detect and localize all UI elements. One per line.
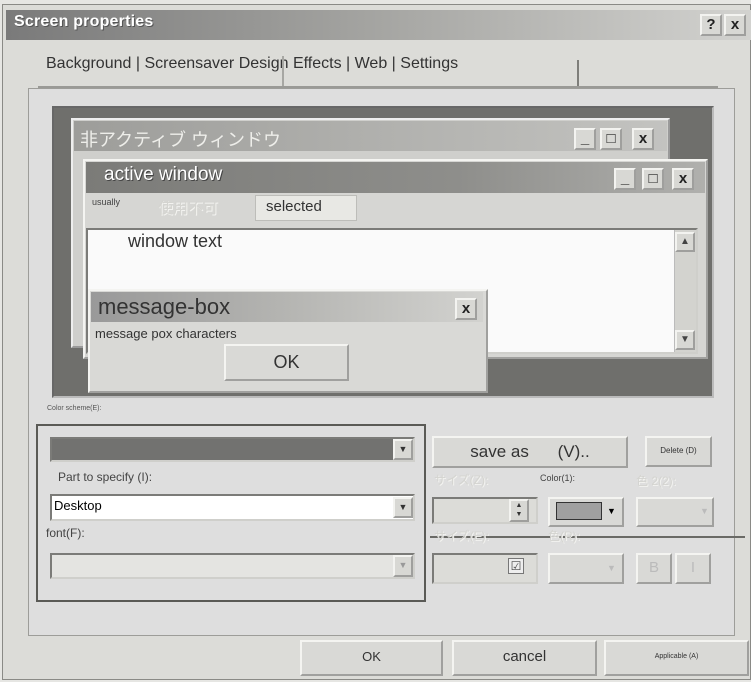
tab-strip[interactable]: Background | Screensaver Design Effects …: [46, 55, 458, 73]
size-label: サイズ(Z):: [434, 473, 489, 487]
save-as-label: save as: [470, 442, 529, 461]
cancel-button[interactable]: cancel: [452, 640, 597, 676]
color1-label: Color(1):: [540, 473, 576, 483]
chevron-down-icon: ▼: [607, 563, 616, 573]
chevron-down-icon: ▼: [700, 506, 709, 516]
font-label: font(F):: [46, 526, 85, 540]
preview-ok-button: OK: [224, 344, 349, 381]
active-window-title: active window: [104, 164, 223, 185]
message-box-text: message pox characters: [95, 326, 237, 341]
maximize-icon: □: [600, 128, 622, 150]
close-icon: x: [672, 168, 694, 190]
menu-item-usually: usually: [92, 197, 121, 207]
font-select[interactable]: [50, 553, 415, 579]
part-label: Part to specify (I):: [58, 470, 153, 484]
italic-button[interactable]: I: [675, 553, 711, 584]
color2-label: 色 2(2):: [636, 474, 677, 488]
color3-label: 色(R):: [548, 529, 580, 543]
window-text: window text: [128, 231, 223, 251]
menu-item-disabled: 使用不可: [158, 200, 219, 217]
save-as-shortcut: (V)..: [557, 442, 590, 461]
scroll-up-icon: ▲: [675, 232, 695, 252]
bold-button[interactable]: B: [636, 553, 672, 584]
ok-button[interactable]: OK: [300, 640, 443, 676]
apply-button[interactable]: Applicable (A): [604, 640, 749, 676]
close-icon: x: [455, 298, 477, 320]
save-as-button[interactable]: save as (V)..: [432, 436, 628, 468]
menu-item-selected: selected: [266, 198, 322, 215]
scroll-down-icon: ▼: [675, 330, 695, 350]
delete-button[interactable]: Delete (D): [645, 436, 712, 467]
inactive-window-title: 非アクティブ ウィンドウ: [80, 130, 282, 150]
minimize-icon: _: [574, 128, 596, 150]
help-button[interactable]: ?: [700, 14, 722, 36]
part-select[interactable]: Desktop: [50, 494, 415, 521]
maximize-icon: □: [642, 168, 664, 190]
tab-divider: [577, 60, 579, 88]
chevron-down-icon[interactable]: ▼: [393, 439, 413, 460]
tab-divider: [282, 56, 284, 86]
chevron-down-icon: ▼: [607, 506, 616, 516]
color1-swatch: [556, 502, 602, 520]
size-stepper[interactable]: ▲ ▼: [509, 499, 529, 522]
chevron-down-icon[interactable]: ▼: [393, 555, 413, 577]
check-icon[interactable]: ☑: [508, 558, 524, 574]
minimize-icon: _: [614, 168, 636, 190]
chevron-down-icon[interactable]: ▼: [393, 497, 413, 518]
close-icon: x: [632, 128, 654, 150]
message-box-title: message-box: [98, 294, 231, 319]
window-title: Screen properties: [14, 13, 154, 30]
size2-label: サイズ(E):: [434, 529, 489, 543]
color-scheme-label: Color scheme(E):: [47, 405, 102, 412]
close-button[interactable]: x: [724, 14, 746, 36]
color-scheme-select[interactable]: [50, 437, 415, 462]
